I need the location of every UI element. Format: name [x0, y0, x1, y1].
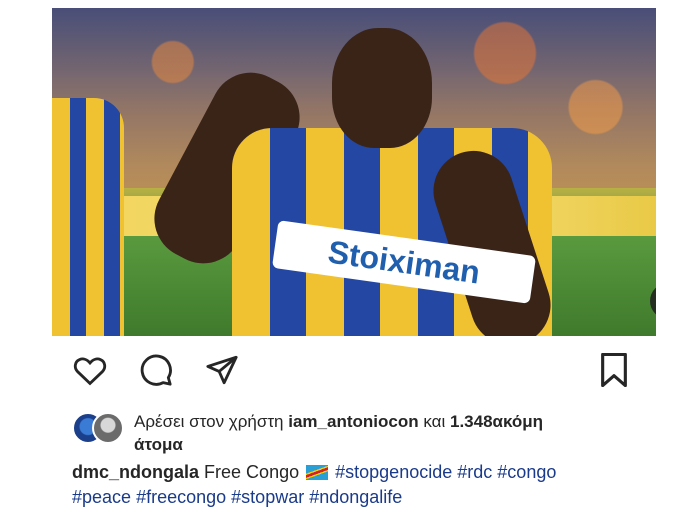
likes-connector: και	[423, 412, 446, 431]
hashtag-stopwar[interactable]: #stopwar	[231, 487, 304, 507]
save-button[interactable]	[596, 352, 632, 388]
post-actions	[72, 352, 632, 388]
caption-username[interactable]: dmc_ndongala	[72, 462, 199, 482]
congo-flag-icon	[306, 465, 329, 480]
teammate-figure	[52, 98, 124, 336]
hashtag-peace[interactable]: #peace	[72, 487, 131, 507]
like-button[interactable]	[72, 352, 108, 388]
share-button[interactable]	[204, 352, 240, 388]
hashtag-ndongalife[interactable]: #ndongalife	[309, 487, 402, 507]
hashtag-freecongo[interactable]: #freecongo	[136, 487, 226, 507]
player-figure: Stoiximan	[140, 28, 562, 336]
hashtag-stopgenocide[interactable]: #stopgenocide	[335, 462, 452, 482]
likes-text: Αρέσει στον χρήστη iam_antoniocon και 1.…	[134, 410, 654, 456]
post-caption: dmc_ndongala Free Congo #stopgenocide #r…	[72, 460, 662, 510]
comment-button[interactable]	[138, 352, 174, 388]
likes-prefix: Αρέσει στον χρήστη	[134, 412, 284, 431]
likes-count[interactable]: 1.348ακόμη	[450, 412, 543, 431]
heart-icon	[73, 357, 107, 386]
send-icon	[206, 355, 238, 385]
avatar	[92, 412, 124, 444]
comment-icon	[140, 354, 172, 386]
hashtag-congo[interactable]: #congo	[497, 462, 556, 482]
player-head	[332, 28, 432, 148]
likes-suffix[interactable]: άτομα	[134, 435, 183, 454]
liker-avatars[interactable]	[72, 412, 128, 444]
caption-text: Free Congo	[204, 462, 300, 482]
hashtag-rdc[interactable]: #rdc	[457, 462, 492, 482]
liker-username[interactable]: iam_antoniocon	[288, 412, 418, 431]
bookmark-icon	[601, 353, 627, 387]
post-image[interactable]: Stoiximan	[52, 8, 656, 336]
